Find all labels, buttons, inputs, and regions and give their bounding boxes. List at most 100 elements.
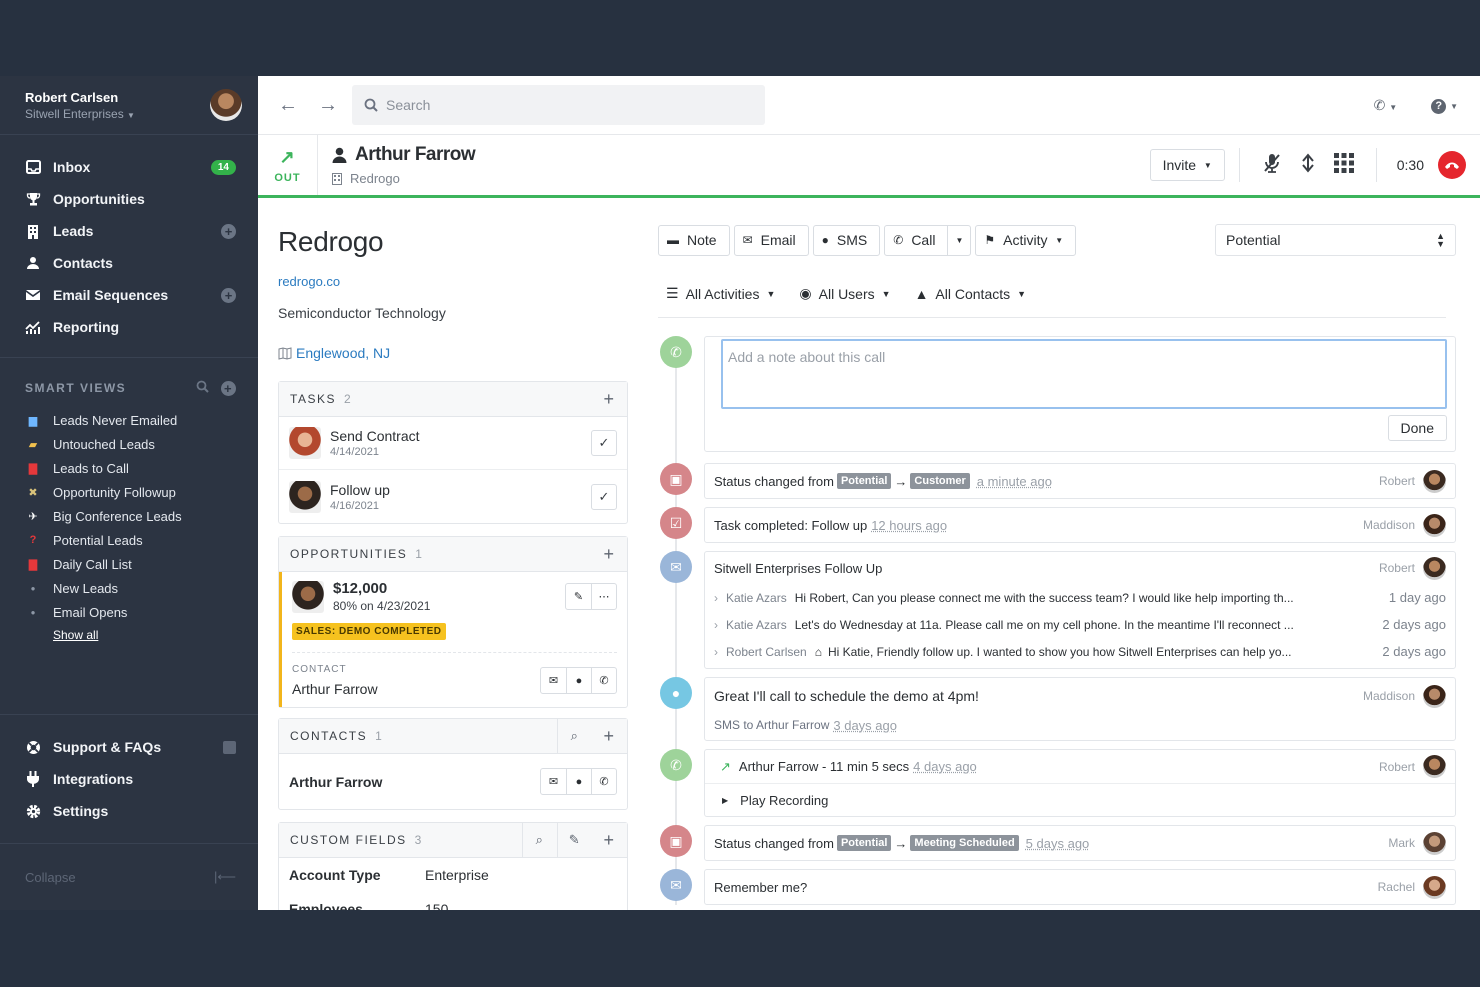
lead-url-link[interactable]: redrogo.co (278, 274, 628, 289)
email-message-row[interactable]: › Katie Azars Let's do Wednesday at 11a. P… (705, 611, 1455, 638)
add-lead-icon[interactable]: + (221, 223, 236, 239)
add-field-button[interactable]: + (592, 823, 627, 858)
question-icon: ? (29, 534, 37, 546)
smart-view-item[interactable]: ● New Leads (0, 576, 258, 600)
call-options-dropdown[interactable]: ▼ (948, 224, 972, 256)
more-options-icon[interactable]: ⋯ (591, 584, 616, 609)
user-menu[interactable]: Robert Carlsen Sitwell Enterprises ▼ (0, 76, 258, 135)
email-message-row[interactable]: › Robert Carlsen ⌂ Hi Katie, Friendly follo… (705, 638, 1455, 665)
mute-microphone-icon[interactable] (1254, 153, 1290, 178)
main-nav: Inbox 14 Opportunities Leads + Contacts … (0, 135, 258, 343)
smart-view-item[interactable]: ▰ Untouched Leads (0, 432, 258, 456)
dialpad-icon[interactable] (1326, 152, 1362, 178)
phone-icon[interactable]: ✆ (591, 668, 616, 693)
phone-menu[interactable]: ✆ ▼ (1374, 97, 1398, 114)
back-arrow-icon[interactable]: ← (278, 94, 318, 117)
filter-contacts[interactable]: ▲ All Contacts ▼ (915, 286, 1026, 302)
nav-email-sequences[interactable]: Email Sequences + (0, 279, 258, 311)
nav-support[interactable]: Support & FAQs (0, 731, 258, 763)
search-input[interactable]: Search (352, 85, 765, 125)
nav-integrations[interactable]: Integrations (0, 763, 258, 795)
lead-name[interactable]: Redrogo (278, 226, 628, 258)
phone-icon: ✆ (893, 233, 904, 247)
email-icon: ✉ (742, 233, 753, 247)
smart-view-item[interactable]: ▆ Leads Never Emailed (0, 408, 258, 432)
task-row[interactable]: Follow up 4/16/2021 ✓ (279, 470, 627, 523)
play-recording-button[interactable]: ▶ Play Recording (705, 784, 1455, 816)
note-input[interactable]: Add a note about this call (721, 339, 1447, 409)
smart-view-item[interactable]: ✈ Big Conference Leads (0, 504, 258, 528)
add-contact-button[interactable]: + (592, 719, 627, 754)
edit-fields-icon[interactable]: ✎ (557, 822, 592, 858)
nav-inbox[interactable]: Inbox 14 (0, 151, 258, 183)
hang-up-button[interactable] (1438, 151, 1466, 179)
map-icon (278, 346, 292, 360)
email-button[interactable]: ✉ Email (733, 224, 809, 256)
done-button[interactable]: Done (1387, 415, 1447, 441)
user-avatar[interactable] (210, 89, 242, 121)
smart-view-item[interactable]: ● Email Opens (0, 600, 258, 624)
filter-activities[interactable]: ☰ All Activities ▼ (666, 285, 775, 302)
divider (1375, 148, 1377, 182)
plug-icon (25, 771, 41, 787)
sms-button[interactable]: ● SMS (812, 224, 881, 256)
lead-details: Redrogo redrogo.co Semiconductor Technol… (278, 226, 628, 910)
sequence-icon: ⌂ (814, 644, 822, 659)
call-company[interactable]: Redrogo (332, 171, 475, 186)
filter-users[interactable]: ◉ All Users ▼ (799, 285, 890, 302)
caret-down-icon: ▼ (766, 288, 776, 299)
transfer-icon[interactable] (1290, 152, 1326, 178)
nav-settings[interactable]: Settings (0, 795, 258, 827)
add-smart-view-icon[interactable]: + (221, 380, 236, 396)
nav-contacts[interactable]: Contacts (0, 247, 258, 279)
add-opportunity-button[interactable]: + (592, 537, 627, 572)
collapse-sidebar-button[interactable]: Collapse |⟵ (0, 843, 258, 910)
smart-view-item[interactable]: ✖ Opportunity Followup (0, 480, 258, 504)
complete-task-checkbox[interactable]: ✓ (591, 483, 617, 510)
search-smart-views-icon[interactable] (196, 380, 209, 396)
status-change-event: ▣ Status changed from Potential → Customer… (658, 463, 1456, 499)
edit-pencil-icon[interactable]: ✎ (566, 584, 591, 609)
email-message-row[interactable]: › Katie Azars Hi Robert, Can you please co… (705, 584, 1455, 611)
call-button[interactable]: ✆ Call (884, 224, 949, 256)
divider (1238, 148, 1240, 182)
smart-view-item[interactable]: ▇ Leads to Call (0, 456, 258, 480)
activity-menu-button[interactable]: ⚑ Activity ▼ (975, 224, 1077, 256)
call-contact-name[interactable]: Arthur Farrow (332, 144, 476, 166)
search-contacts-icon[interactable]: ⌕ (557, 718, 592, 754)
nav-leads[interactable]: Leads + (0, 215, 258, 247)
sms-icon[interactable]: ● (566, 668, 591, 693)
smart-view-item[interactable]: ? Potential Leads (0, 528, 258, 552)
search-fields-icon[interactable]: ⌕ (522, 822, 557, 858)
note-icon: ▬ (667, 233, 679, 247)
activity-timeline: ✆ Add a note about this call Done ▣ Stat… (658, 336, 1456, 905)
smart-view-item[interactable]: ▇ Daily Call List (0, 552, 258, 576)
lead-status-select[interactable]: Potential ▲ ▼ (1215, 224, 1456, 256)
help-menu[interactable]: ? ▼ (1431, 96, 1458, 114)
task-avatar (289, 427, 321, 459)
note-button[interactable]: ▬ Note (658, 224, 730, 256)
opportunity-card[interactable]: $12,000 80% on 4/23/2021 ✎ ⋯ SALES: DEMO … (279, 572, 627, 707)
call-contact: Arthur Farrow Redrogo (318, 144, 476, 186)
nav-opportunities[interactable]: Opportunities (0, 183, 258, 215)
show-all-link[interactable]: Show all (0, 624, 258, 646)
call-direction: ↗ OUT (258, 135, 318, 195)
phone-icon[interactable]: ✆ (591, 769, 616, 794)
complete-task-checkbox[interactable]: ✓ (591, 430, 617, 456)
smart-views-list: ▆ Leads Never Emailed ▰ Untouched Leads ▇ L… (0, 408, 258, 624)
custom-field-row[interactable]: Account Type Enterprise (279, 858, 627, 892)
custom-field-row[interactable]: Employees 150 (279, 892, 627, 910)
external-link-icon[interactable] (223, 740, 236, 754)
sms-icon[interactable]: ● (566, 769, 591, 794)
contact-row[interactable]: Arthur Farrow ✉ ● ✆ (279, 754, 627, 809)
custom-fields-panel: CUSTOM FIELDS 3 ⌕ ✎ + Account Type Enterpr… (278, 822, 628, 910)
nav-reporting[interactable]: Reporting (0, 311, 258, 343)
add-sequence-icon[interactable]: + (221, 287, 236, 303)
email-icon[interactable]: ✉ (541, 668, 566, 693)
task-row[interactable]: Send Contract 4/14/2021 ✓ (279, 417, 627, 470)
add-task-button[interactable]: + (592, 382, 627, 417)
email-icon[interactable]: ✉ (541, 769, 566, 794)
lead-location[interactable]: Englewood, NJ (278, 345, 628, 361)
caret-down-icon: ▼ (955, 235, 964, 245)
invite-button[interactable]: Invite ▼ (1149, 149, 1225, 181)
